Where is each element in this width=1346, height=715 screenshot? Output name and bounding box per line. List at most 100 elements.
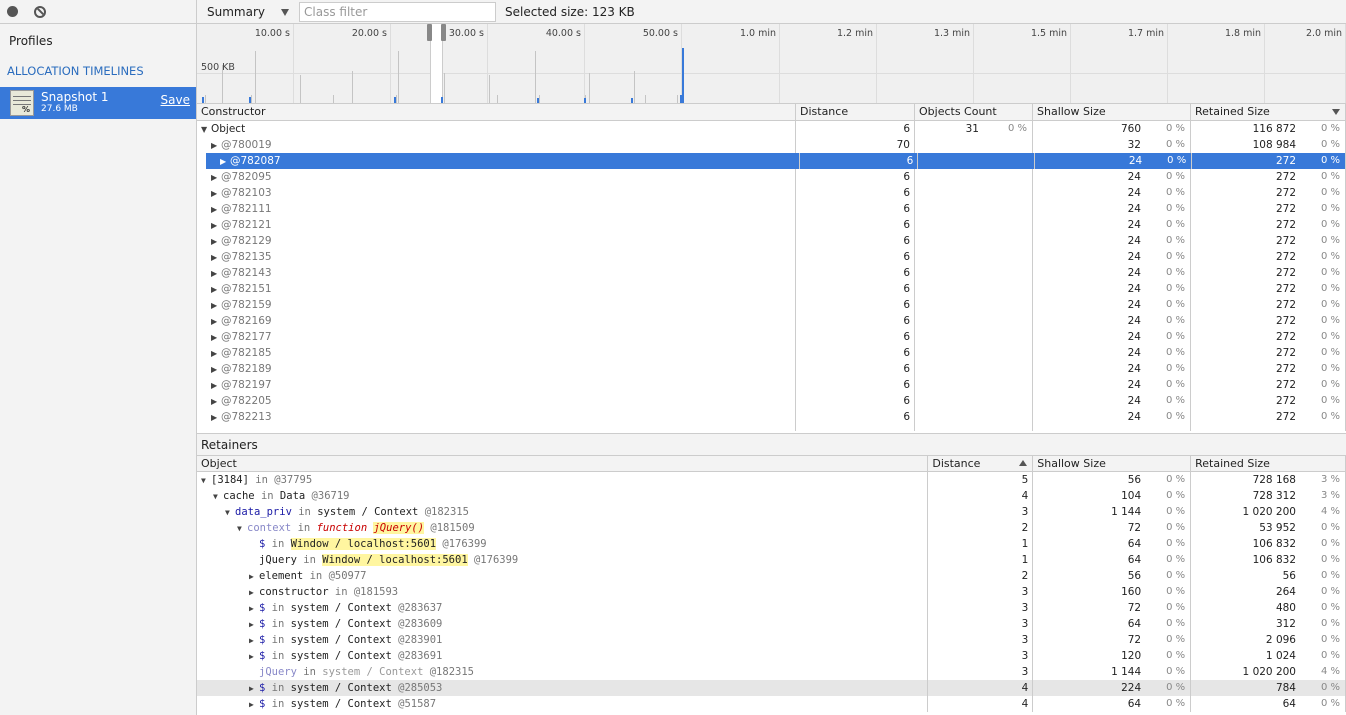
snapshot-item[interactable]: % Snapshot 1 27.6 MB Save: [0, 87, 196, 119]
expand-arrow-icon[interactable]: ▶: [249, 649, 259, 664]
retainers-panel: Retainers Object Distance Shallow Size R…: [197, 433, 1346, 715]
heap-object-row[interactable]: ▶ @780019 70 32 0 % 108 984 0 %: [197, 137, 1346, 153]
col-ret-distance[interactable]: Distance: [928, 456, 1034, 471]
expand-arrow-icon[interactable]: ▶: [249, 569, 259, 584]
expand-arrow-icon[interactable]: ▶: [249, 617, 259, 632]
retainer-row[interactable]: ▶ $ in system / Context @283609 3 64 0 % 312 0…: [197, 616, 1346, 632]
timeline-tick-label: 20.00 s: [294, 24, 391, 103]
allocation-bar: [352, 71, 353, 103]
expand-arrow-icon[interactable]: ▶: [211, 138, 221, 153]
heap-object-row[interactable]: ▶ @782095 6 24 0 % 272 0 %: [197, 169, 1346, 185]
sidebar-toolbar: [0, 0, 196, 24]
retainer-row[interactable]: ▼ data_priv in system / Context @182315 3 1…: [197, 504, 1346, 520]
heap-object-row[interactable]: ▶ @782143 6 24 0 % 272 0 %: [197, 265, 1346, 281]
left-handle[interactable]: [427, 24, 432, 41]
heap-object-row[interactable]: ▶ @782151 6 24 0 % 272 0 %: [197, 281, 1346, 297]
expand-arrow-icon[interactable]: ▶: [249, 681, 259, 696]
view-select[interactable]: Summary: [197, 5, 293, 19]
expand-arrow-icon[interactable]: ▶: [211, 394, 221, 409]
heap-object-row[interactable]: ▶ @782111 6 24 0 % 272 0 %: [197, 201, 1346, 217]
heap-object-row[interactable]: ▶ @782103 6 24 0 % 272 0 %: [197, 185, 1346, 201]
expand-arrow-icon[interactable]: ▶: [249, 633, 259, 648]
heap-object-row[interactable]: ▶ @782189 6 24 0 % 272 0 %: [197, 361, 1346, 377]
heap-object-row[interactable]: ▶ @782185 6 24 0 % 272 0 %: [197, 345, 1346, 361]
retainers-title: Retainers: [197, 433, 1346, 455]
expand-arrow-icon[interactable]: ▶: [249, 601, 259, 616]
col-distance[interactable]: Distance: [796, 104, 915, 120]
retainer-row[interactable]: ▶ $ in system / Context @283691 3 120 0 % 1 0…: [197, 648, 1346, 664]
retainer-row[interactable]: $ in Window / localhost:5601 @176399 1 64 0…: [197, 536, 1346, 552]
expand-arrow-icon[interactable]: ▶: [211, 218, 221, 233]
heap-object-row[interactable]: ▶ @782087 6 24 0 % 272 0 %: [206, 153, 1346, 169]
retainer-row[interactable]: ▼ [3184] in @37795 5 56 0 % 728 168 3 %: [197, 472, 1346, 488]
allocation-timeline[interactable]: 500 KB 10.00 s 20.00 s 30.00 s 40.00 s 50.00…: [197, 24, 1346, 104]
class-filter-input[interactable]: Class filter: [299, 1, 496, 22]
record-icon[interactable]: [7, 6, 18, 17]
allocation-bar-live: [202, 97, 204, 103]
heap-object-row[interactable]: ▶ @782205 6 24 0 % 272 0 %: [197, 393, 1346, 409]
expand-arrow-icon[interactable]: ▶: [249, 697, 259, 712]
heap-object-row[interactable]: ▶ @782129 6 24 0 % 272 0 %: [197, 233, 1346, 249]
expand-arrow-icon[interactable]: ▶: [211, 346, 221, 361]
expand-arrow-icon[interactable]: ▼: [201, 473, 211, 488]
expand-arrow-icon[interactable]: ▶: [249, 585, 259, 600]
allocation-bar: [222, 65, 223, 103]
allocation-bar-live: [584, 98, 586, 103]
expand-arrow-icon[interactable]: ▶: [211, 170, 221, 185]
retainer-row[interactable]: ▶ $ in system / Context @283637 3 72 0 % 480 0…: [197, 600, 1346, 616]
allocation-bar: [300, 75, 301, 103]
col-retained-size[interactable]: Retained Size: [1191, 104, 1346, 120]
heap-object-row[interactable]: ▶ @782135 6 24 0 % 272 0 %: [197, 249, 1346, 265]
expand-arrow-icon[interactable]: ▶: [211, 202, 221, 217]
heap-object-row[interactable]: ▶ @782177 6 24 0 % 272 0 %: [197, 329, 1346, 345]
expand-arrow-icon[interactable]: ▼: [237, 521, 247, 536]
allocation-bar: [251, 95, 252, 103]
col-constructor[interactable]: Constructor: [197, 104, 796, 120]
col-objects-count[interactable]: Objects Count: [915, 104, 1033, 120]
allocation-bar-live: [631, 98, 633, 103]
expand-arrow-icon[interactable]: ▶: [211, 282, 221, 297]
retainer-row[interactable]: ▼ context in function jQuery() @181509 2 72…: [197, 520, 1346, 536]
expand-arrow-icon[interactable]: ▶: [211, 250, 221, 265]
right-handle[interactable]: [441, 24, 446, 41]
col-ret-shallow-size[interactable]: Shallow Size: [1033, 456, 1192, 471]
heap-object-row[interactable]: ▶ @782213 6 24 0 % 272 0 %: [197, 409, 1346, 425]
heap-object-row[interactable]: ▶ @782159 6 24 0 % 272 0 %: [197, 297, 1346, 313]
allocation-bar: [333, 95, 334, 103]
expand-arrow-icon[interactable]: ▶: [211, 378, 221, 393]
col-shallow-size[interactable]: Shallow Size: [1033, 104, 1191, 120]
expand-arrow-icon[interactable]: ▶: [211, 186, 221, 201]
allocation-bar: [398, 51, 399, 103]
expand-arrow-icon[interactable]: ▶: [211, 362, 221, 377]
retainer-row[interactable]: ▶ $ in system / Context @283901 3 72 0 % 2 09…: [197, 632, 1346, 648]
expand-arrow-icon[interactable]: ▼: [225, 505, 235, 520]
retainer-row[interactable]: jQuery in Window / localhost:5601 @17639…: [197, 552, 1346, 568]
col-ret-retained-size[interactable]: Retained Size: [1191, 456, 1346, 471]
expand-arrow-icon[interactable]: ▼: [213, 489, 223, 504]
expand-arrow-icon[interactable]: ▶: [211, 314, 221, 329]
heap-object-row[interactable]: ▶ @782197 6 24 0 % 272 0 %: [197, 377, 1346, 393]
expand-arrow-icon[interactable]: ▶: [211, 298, 221, 313]
group-row-object[interactable]: ▼ Object 6 31 0 % 760 0 % 116 872 0 %: [197, 121, 1346, 137]
timeline-tick-label: 40.00 s: [488, 24, 585, 103]
allocation-bar-live: [249, 97, 251, 103]
expand-arrow-icon[interactable]: ▶: [211, 234, 221, 249]
save-link[interactable]: Save: [161, 93, 190, 107]
retainer-row[interactable]: ▼ cache in Data @36719 4 104 0 % 728 312 3 %: [197, 488, 1346, 504]
heap-object-row[interactable]: ▶ @782169 6 24 0 % 272 0 %: [197, 313, 1346, 329]
retainer-row[interactable]: ▶ element in @50977 2 56 0 % 56 0 %: [197, 568, 1346, 584]
expand-arrow-icon[interactable]: ▶: [211, 330, 221, 345]
retainer-row[interactable]: jQuery in system / Context @182315 3 1 144…: [197, 664, 1346, 680]
expand-arrow-icon[interactable]: ▶: [211, 266, 221, 281]
retainer-row[interactable]: ▶ $ in system / Context @285053 4 224 0 % 784…: [197, 680, 1346, 696]
expand-arrow-icon[interactable]: ▶: [211, 410, 221, 425]
heap-object-row[interactable]: ▶ @782121 6 24 0 % 272 0 %: [197, 217, 1346, 233]
snapshot-size: 27.6 MB: [41, 104, 78, 114]
allocation-bar-live: [682, 48, 684, 103]
expand-arrow-icon[interactable]: ▶: [220, 154, 230, 169]
clear-all-icon[interactable]: [34, 5, 46, 18]
timeline-tick-label: 1.2 min: [780, 24, 877, 103]
retainer-row[interactable]: ▶ $ in system / Context @51587 4 64 0 % 64 0 %: [197, 696, 1346, 712]
retainer-row[interactable]: ▶ constructor in @181593 3 160 0 % 264 0 %: [197, 584, 1346, 600]
col-object[interactable]: Object: [197, 456, 929, 471]
